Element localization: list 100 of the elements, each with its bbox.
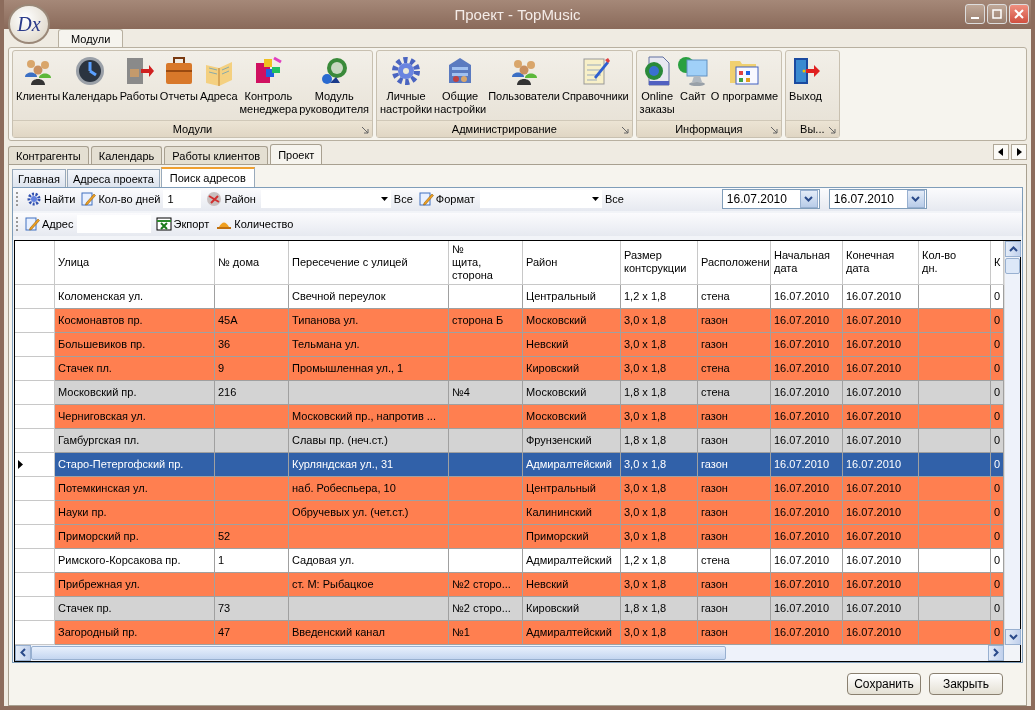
ribbon-button[interactable]: Модуль руководителя — [298, 53, 370, 120]
table-row[interactable]: Московский пр. 216 №4 Московский 1,8 x 1,8 стена 16.07.2010 16.07.2010 0 — [15, 380, 1004, 405]
table-cell: 1,8 x 1,8 — [621, 380, 698, 405]
table-row[interactable]: Гамбургская пл. Славы пр. (неч.ст.) Фрунзенский 1,8 x 1,8 газон 16.07.2010 16.07.2010 0 — [15, 428, 1004, 453]
table-cell: №2 сторо... — [449, 572, 523, 597]
table-row[interactable]: Римского-Корсакова пр. 1 Садовая ул. Адмиралтейский 1,2 x 1,8 стена 16.07.2010 16.07.2010 0 — [15, 548, 1004, 573]
close-button[interactable] — [1009, 4, 1029, 24]
document-tab[interactable]: Работы клиентов — [164, 146, 269, 164]
scroll-right-button[interactable] — [1011, 144, 1027, 160]
date-picker[interactable]: 16.07.2010 — [828, 189, 927, 210]
address-field[interactable] — [76, 215, 151, 234]
ribbon-tab[interactable]: Модули — [58, 29, 124, 48]
column-header[interactable]: № дома — [215, 240, 289, 285]
dialog-button[interactable]: Сохранить — [847, 673, 921, 695]
export-button[interactable]: Экпорт — [153, 215, 212, 234]
ribbon-button[interactable]: Календарь — [61, 53, 119, 120]
table-cell: 73 — [215, 596, 289, 621]
table-cell: газон — [698, 452, 771, 477]
table-cell: 16.07.2010 — [771, 596, 843, 621]
column-header[interactable]: Конечная дата — [843, 240, 919, 285]
inner-tab[interactable]: Поиск адресов — [160, 167, 255, 187]
minimize-icon — [971, 16, 979, 19]
column-header[interactable]: К — [991, 240, 1004, 285]
format-button[interactable]: Формат — [415, 190, 477, 209]
ribbon-button[interactable]: Контроль менеджера — [238, 53, 299, 120]
ribbon-button[interactable]: Адреса — [198, 53, 239, 120]
date-picker[interactable]: 16.07.2010 — [721, 189, 820, 210]
spreadsheet-icon — [155, 216, 172, 233]
table-row[interactable]: Загородный пр. 47 Введенский канал №1 Адмиралтейский 3,0 x 1,8 газон 16.07.2010 16.07.2010 0 — [15, 620, 1004, 645]
ribbon-button[interactable]: Сайт — [675, 53, 710, 120]
scroll-thumb[interactable] — [1005, 257, 1020, 274]
column-header[interactable]: Размер контсрукции — [621, 240, 698, 285]
inner-tab[interactable]: Адреса проекта — [66, 169, 160, 187]
ribbon-button[interactable]: Клиенты — [15, 53, 62, 120]
table-row[interactable]: Большевиков пр. 36 Тельмана ул. Невский 3,0 x 1,8 газон 16.07.2010 16.07.2010 0 — [15, 332, 1004, 357]
table-cell: 47 — [215, 620, 289, 645]
ribbon-button[interactable]: Общие настройки — [433, 53, 488, 120]
ribbon-button[interactable]: Справочники — [560, 53, 630, 120]
table-cell: 16.07.2010 — [843, 500, 919, 525]
table-row[interactable]: Стачек пл. 9 Промышленная ул., 1 Кировский 3,0 x 1,8 стена 16.07.2010 16.07.2010 0 — [15, 356, 1004, 381]
ribbon-button[interactable]: Личные настройки — [379, 53, 434, 120]
table-row[interactable]: Приморский пр. 52 Приморский 3,0 x 1,8 газон 16.07.2010 16.07.2010 0 — [15, 524, 1004, 549]
document-tab[interactable]: Проект — [270, 144, 323, 164]
table-cell: 16.07.2010 — [843, 620, 919, 645]
ribbon-button[interactable]: Выход — [788, 53, 823, 120]
find-button[interactable]: Найти — [24, 190, 78, 209]
scroll-thumb[interactable] — [31, 646, 726, 660]
format-combo[interactable] — [479, 190, 602, 209]
maximize-button[interactable] — [987, 4, 1007, 24]
row-header[interactable] — [15, 452, 55, 477]
table-row[interactable]: Науки пр. Обручевых ул. (чет.ст.) Калининский 3,0 x 1,8 газон 16.07.2010 16.07.2010 0 — [15, 500, 1004, 525]
scroll-up-button[interactable] — [1005, 240, 1021, 257]
district-button[interactable]: Район — [204, 190, 258, 209]
column-header[interactable]: Улица — [55, 240, 215, 285]
column-header[interactable]: Расположени — [698, 240, 771, 285]
ribbon-button[interactable]: Работы — [118, 53, 159, 120]
column-header[interactable]: Пересечение с улицей — [289, 240, 449, 285]
count-button[interactable]: Количество — [214, 215, 296, 234]
table-cell: Фрунзенский — [523, 428, 621, 453]
launcher-icon[interactable] — [828, 127, 836, 134]
minimize-button[interactable] — [965, 4, 985, 24]
launcher-icon[interactable] — [771, 127, 779, 134]
table-cell: Обручевых ул. (чет.ст.) — [289, 500, 449, 525]
district-combo[interactable] — [260, 190, 391, 209]
table-row[interactable]: Прибрежная ул. ст. М: Рыбацкое №2 сторо... Невский 3,0 x 1,8 газон 16.07.2010 16.07.2010 0 — [15, 572, 1004, 597]
document-tab[interactable]: Календарь — [90, 146, 163, 164]
document-tab[interactable]: Контрагенты — [8, 146, 89, 164]
ribbon-button[interactable]: Отчеты — [158, 53, 199, 120]
table-row[interactable]: Старо-Петергофский пр. Курляндская ул., 31 Адмиралтейский 3,0 x 1,8 газон 16.07.2010 16.07.2010 0 — [15, 452, 1004, 477]
table-cell: Стачек пр. — [55, 596, 215, 621]
table-cell: Курляндская ул., 31 — [289, 452, 449, 477]
table-row[interactable]: Космонавтов пр. 45А Типанова ул. сторона Б Московский 3,0 x 1,8 газон 16.07.2010 16.07.2010 0 — [15, 308, 1004, 333]
table-row[interactable]: Черниговская ул. Московский пр., напротив ... Московский 3,0 x 1,8 газон 16.07.2010 16.07.2010 0 — [15, 404, 1004, 429]
column-header[interactable]: Кол-во дн. — [919, 240, 991, 285]
app-logo[interactable]: Dx — [8, 4, 50, 44]
column-header[interactable]: Район — [523, 240, 621, 285]
table-cell: 16.07.2010 — [843, 284, 919, 309]
dialog-button[interactable]: Закрыть — [929, 673, 1003, 695]
scroll-down-button[interactable] — [1005, 629, 1021, 645]
days-field[interactable]: 1 — [163, 190, 202, 209]
column-header[interactable]: № щита, сторона — [449, 240, 523, 285]
table-cell: газон — [698, 404, 771, 429]
column-header[interactable]: Начальная дата — [771, 240, 843, 285]
ribbon-button[interactable]: Online заказы — [638, 53, 676, 120]
scroll-left-button[interactable] — [993, 144, 1009, 160]
ribbon-button[interactable]: О программе — [709, 53, 780, 120]
launcher-icon[interactable] — [621, 127, 629, 134]
ribbon-button[interactable]: Пользователи — [487, 53, 561, 120]
address-label: Адрес — [42, 218, 74, 231]
table-cell: 16.07.2010 — [843, 476, 919, 501]
table-cell: 16.07.2010 — [843, 380, 919, 405]
row-pointer-icon — [18, 459, 23, 469]
launcher-icon[interactable] — [362, 127, 369, 134]
chevron-down-icon — [804, 196, 814, 203]
table-cell: Большевиков пр. — [55, 332, 215, 357]
table-row[interactable]: Коломенская ул. Свечной переулок Центральный 1,2 x 1,8 стена 16.07.2010 16.07.2010 0 — [15, 284, 1004, 309]
inner-tab[interactable]: Главная — [12, 169, 66, 187]
table-row[interactable]: Стачек пр. 73 №2 сторо... Кировский 1,8 x 1,8 газон 16.07.2010 16.07.2010 0 — [15, 596, 1004, 621]
table-cell: Загородный пр. — [55, 620, 215, 645]
table-row[interactable]: Потемкинская ул. наб. Робеспьера, 10 Центральный 3,0 x 1,8 газон 16.07.2010 16.07.2010 0 — [15, 476, 1004, 501]
